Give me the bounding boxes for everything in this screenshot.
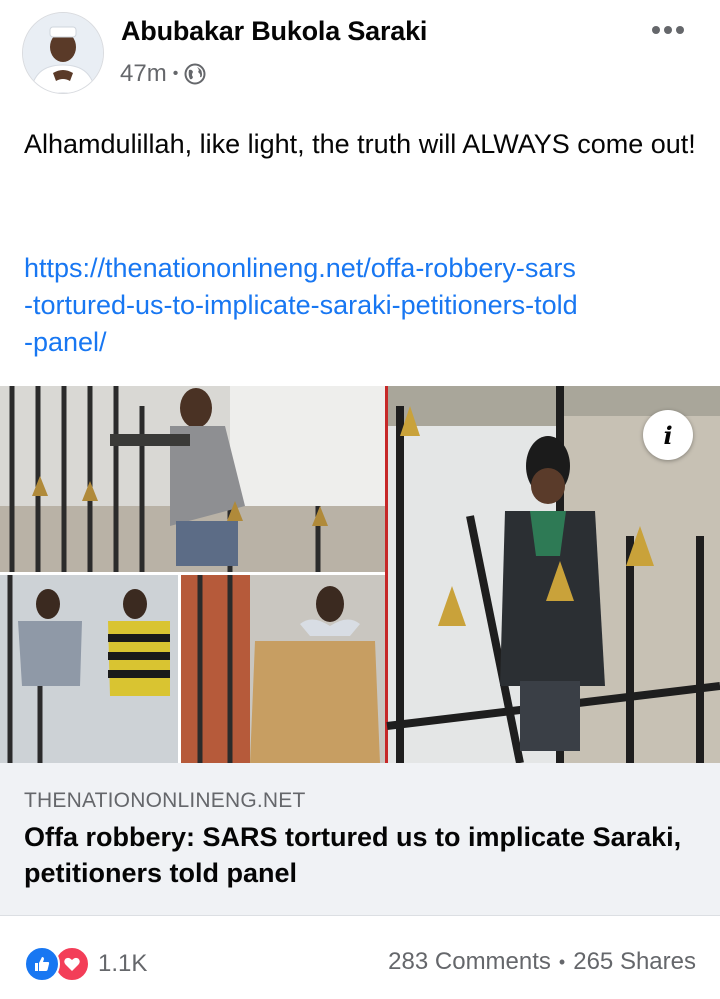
post-time[interactable]: 47m xyxy=(120,60,167,88)
author-avatar[interactable] xyxy=(22,12,104,94)
post-text: Alhamdulillah, like light, the truth wil… xyxy=(24,129,696,159)
comments-count[interactable]: 283 Comments xyxy=(388,948,551,976)
more-options-icon[interactable] xyxy=(648,18,688,42)
reaction-count: 1.1K xyxy=(98,950,148,977)
post-meta: 47m • xyxy=(120,60,206,88)
stats-separator: • xyxy=(558,951,566,972)
reactions-summary[interactable]: 1.1K xyxy=(24,946,147,982)
link-headline: Offa robbery: SARS tortured us to implic… xyxy=(24,822,682,888)
post-link-line[interactable]: -tortured-us-to-implicate-saraki-petitio… xyxy=(24,287,704,324)
link-preview-image[interactable] xyxy=(0,386,720,763)
engagement-stats: 283 Comments • 265 Shares xyxy=(388,948,696,976)
globe-icon xyxy=(184,63,206,85)
info-button[interactable]: i xyxy=(643,410,693,460)
post-header: Abubakar Bukola Saraki 47m • xyxy=(0,0,720,110)
shares-count[interactable]: 265 Shares xyxy=(573,948,696,976)
post-footer: 1.1K 283 Comments • 265 Shares xyxy=(0,916,720,999)
info-icon: i xyxy=(663,420,673,450)
meta-separator: • xyxy=(172,65,179,82)
link-preview-card[interactable]: THENATIONONLINENG.NET Offa robbery: SARS… xyxy=(0,763,720,915)
author-name[interactable]: Abubakar Bukola Saraki xyxy=(121,16,427,47)
like-reaction-icon xyxy=(24,946,60,982)
link-domain: THENATIONONLINENG.NET xyxy=(24,789,306,812)
post-link-line[interactable]: -panel/ xyxy=(24,324,704,361)
post-link-line[interactable]: https://thenationonlineng.net/offa-robbe… xyxy=(24,250,704,287)
post-link[interactable]: https://thenationonlineng.net/offa-robbe… xyxy=(24,250,704,361)
